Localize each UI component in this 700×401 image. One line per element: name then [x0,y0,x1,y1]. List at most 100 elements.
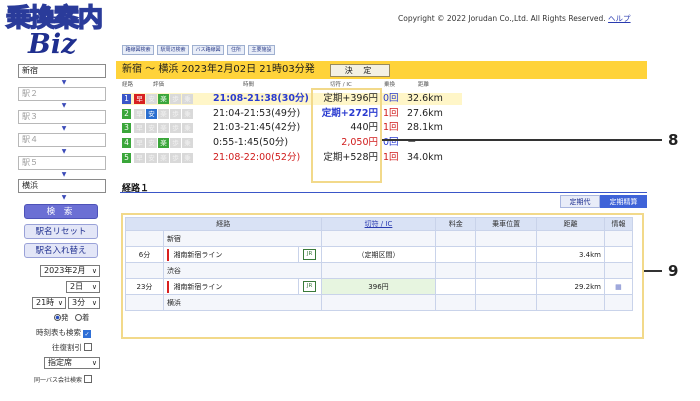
route-eval-badge: 安 [146,123,157,133]
seat-type-value: 指定席 [48,358,72,367]
route-eval-badge: 歩 [170,123,181,133]
month-select[interactable]: 2023年2月 ∨ [40,265,100,277]
tab-route-map[interactable]: 路線図検索 [122,45,154,55]
route-eval-badge: 早 [134,94,145,104]
leg-company-cell: JR [297,278,322,295]
route-eval-badge: 歩 [170,153,181,163]
col-distance: 距離 [418,82,430,88]
cell-empty [320,230,437,247]
departure-radio[interactable] [54,314,61,321]
seat-type-select[interactable]: 指定席 ∨ [44,357,100,369]
round-trip-option: 往復割引 [52,343,92,353]
to-station-input[interactable]: 横浜 [18,179,106,193]
route-row[interactable]: 3 早安楽歩乗 21:03-21:45(42分) 440円 1回 28.1km [122,122,462,134]
route-transfers: 0回 [383,93,399,104]
same-bus-company-checkbox[interactable] [84,375,93,383]
cell-empty [435,230,477,247]
route-row[interactable]: 1 早安楽歩乗 21:08-21:38(30分) 定期+396円 0回 32.6km [122,93,462,105]
route-time: 21:04-21:53(49分) [213,108,301,119]
route-number[interactable]: 2 [122,109,131,119]
timetable-search-option: 時刻表も検索 ✓ [36,328,91,338]
route-eval-badge: 楽 [158,94,169,104]
route-eval-badge: 乗 [182,94,193,104]
tab-facilities[interactable]: 主要施設 [248,45,275,55]
same-bus-company-option: 同一バス会社検索 [34,375,93,386]
route-distance: 32.6km [407,93,443,104]
route-eval-badge: 安 [146,109,157,119]
route-eval-badge: 早 [134,123,145,133]
route-number[interactable]: 4 [122,138,131,148]
route-eval-badge: 乗 [182,153,193,163]
route-distance: 28.1km [407,122,443,133]
tab-station-area[interactable]: 駅周辺検索 [157,45,189,55]
minute-value: 3分 [72,298,86,307]
route-row[interactable]: 2 早安楽歩乗 21:04-21:53(49分) 定期+272円 1回 27.6km [122,108,462,120]
minute-select[interactable]: 3分 ∨ [68,297,100,309]
route-distance: 34.0km [407,152,443,163]
via-station-5-input[interactable]: 駅５ [18,156,106,170]
timetable-search-label: 時刻表も検索 [36,328,81,337]
leg-line[interactable]: 湘南新宿ライン [173,283,222,291]
line-color-bar [166,248,170,261]
leg-duration: 6分 [125,246,164,263]
cell-empty [536,294,605,311]
th-info: 情報 [603,217,634,231]
route-row[interactable]: 5 早安楽歩乗 21:08-22:00(52分) 定期+528円 1回 34.0km [122,152,462,164]
chevron-down-icon: ∨ [91,283,97,291]
app-logo[interactable]: 乗換案内 Biz [5,3,118,62]
leg-line-cell: 湘南新宿ライン [162,246,299,263]
tab-commuter-pass-settlement[interactable]: 定期精算 [600,195,647,208]
day-select[interactable]: 2日 ∨ [66,281,100,293]
cell-empty [603,246,634,263]
line-color-bar [166,280,170,293]
help-link[interactable]: ヘルプ [608,14,631,23]
leg-distance: 29.2km [536,278,605,295]
arrival-radio[interactable] [74,314,82,321]
leg-line[interactable]: 湘南新宿ライン [173,251,222,259]
route-eval-badge: 安 [146,94,157,104]
down-arrow-icon: ▼ [61,102,67,109]
info-icon[interactable]: ▦ [615,283,622,291]
callout-number: 8 [668,131,679,149]
cell-empty [475,262,538,279]
reset-stations-button[interactable]: 駅名リセット [24,224,98,239]
route-time: 21:08-22:00(52分) [213,152,301,163]
swap-stations-button[interactable]: 駅名入れ替え [24,243,98,258]
decide-button[interactable]: 決 定 [330,64,390,77]
route-number[interactable]: 3 [122,123,131,133]
hour-select[interactable]: 21時 ∨ [32,297,66,309]
leg-duration: 23分 [125,278,164,295]
route-number[interactable]: 5 [122,153,131,163]
route-eval-badge: 歩 [170,109,181,119]
from-station-input[interactable]: 新宿 [18,64,106,78]
fare-highlight-box [311,88,382,183]
copyright-label: Copyright © 2022 Jorudan Co.,Ltd. All Ri… [398,14,606,23]
search-button[interactable]: 検 索 [24,204,98,219]
th-fare[interactable]: 切符 / IC [320,217,437,231]
via-station-2-input[interactable]: 駅２ [18,87,106,101]
via-station-4-input[interactable]: 駅４ [18,133,106,147]
route-transfers: 1回 [383,122,399,133]
th-fare-label[interactable]: 切符 / IC [365,220,393,228]
station-row: 渋谷 [125,262,634,279]
station-name[interactable]: 新宿 [162,230,322,247]
same-bus-company-label: 同一バス会社検索 [34,377,83,384]
logo-line2: Biz [28,29,77,60]
via-station-3-input[interactable]: 駅３ [18,110,106,124]
tab-address[interactable]: 住所 [227,45,245,55]
timetable-search-checkbox[interactable]: ✓ [83,330,91,338]
cell-empty [125,262,164,279]
station-row: 新宿 [125,230,634,247]
station-name[interactable]: 渋谷 [162,262,322,279]
route-number[interactable]: 1 [122,94,131,104]
station-name[interactable]: 横浜 [162,294,322,311]
round-trip-checkbox[interactable] [84,343,92,351]
cell-empty [603,230,634,247]
tab-bus-route-map[interactable]: バス路線図 [192,45,224,55]
cell-empty [475,246,538,263]
th-route: 経路 [125,217,322,231]
station-row: 横浜 [125,294,634,311]
tab-commuter-pass-fare[interactable]: 定期代 [560,195,600,208]
down-arrow-icon: ▼ [61,148,67,155]
route-eval-badge: 安 [146,153,157,163]
